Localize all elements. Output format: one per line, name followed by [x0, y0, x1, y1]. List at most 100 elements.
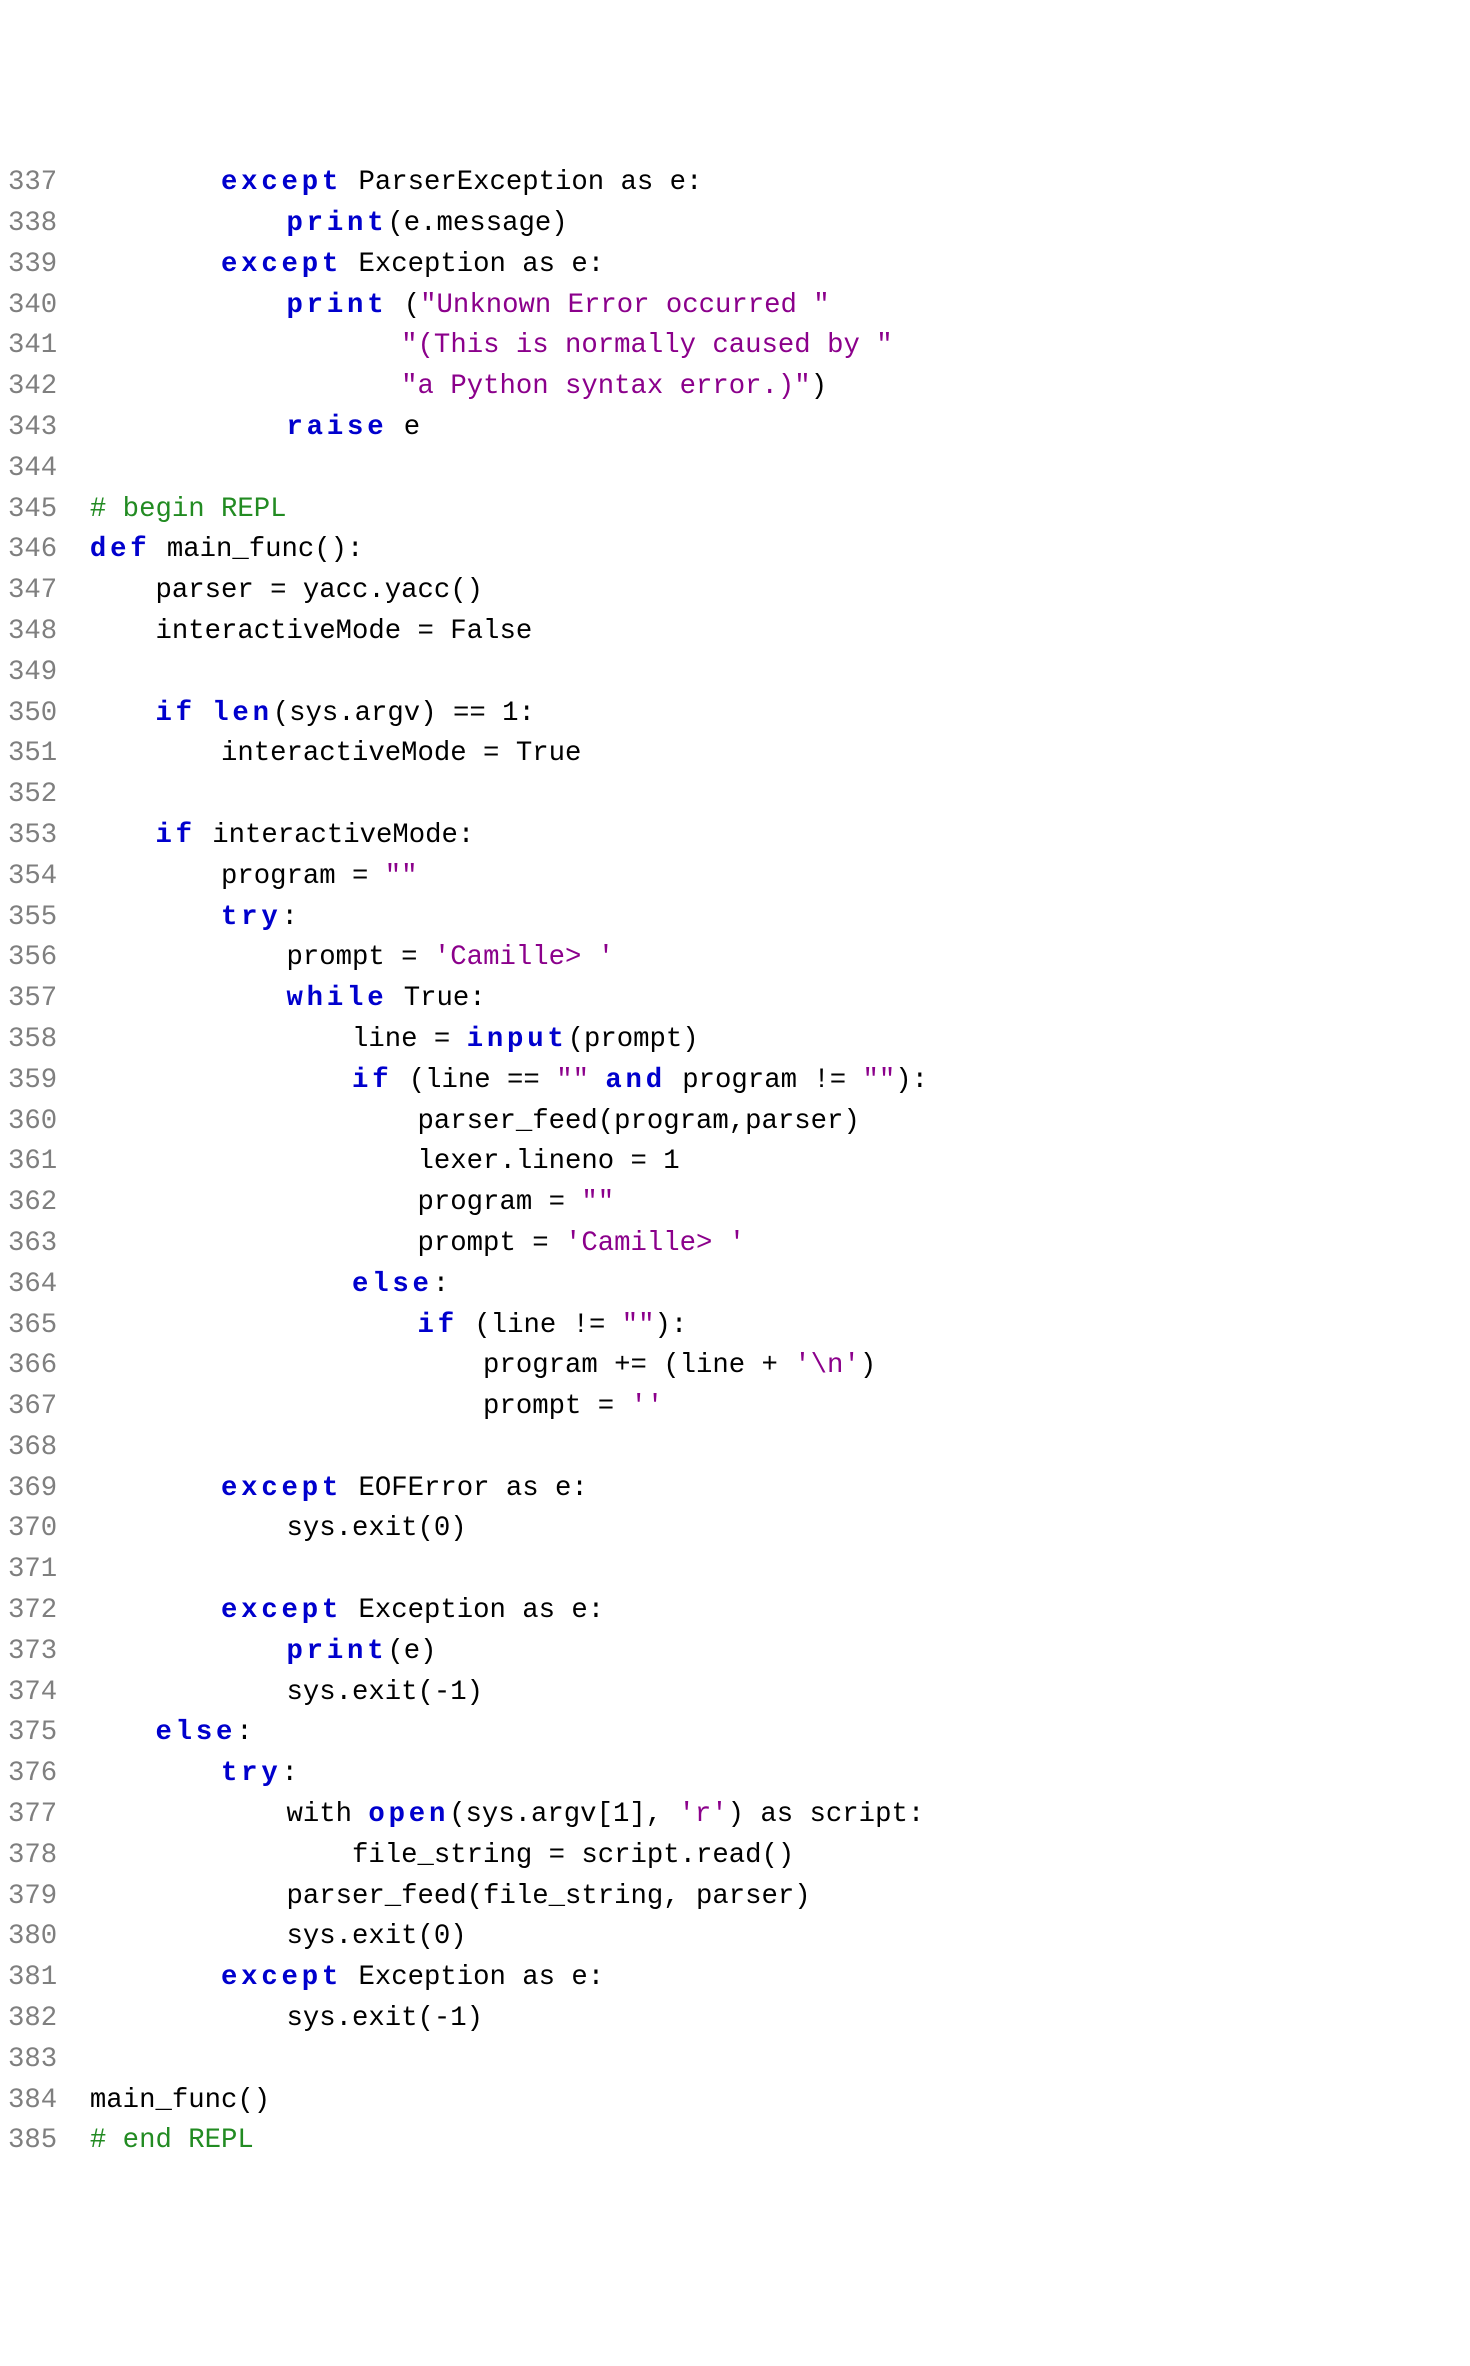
code-line: 381 except Exception as e:	[8, 1958, 1470, 1999]
code-line: 343 raise e	[8, 408, 1470, 449]
code-token: parser_feed(file_string, parser)	[90, 1881, 811, 1912]
code-line: 354 program = ""	[8, 857, 1470, 898]
code-line: 345 # begin REPL	[8, 490, 1470, 531]
line-number: 351	[8, 738, 57, 769]
line-number: 356	[8, 942, 57, 973]
line-number: 376	[8, 1758, 57, 1789]
code-line: 375 else:	[8, 1713, 1470, 1754]
code-token: input	[467, 1024, 568, 1055]
code-token: len	[212, 698, 273, 729]
line-number: 374	[8, 1677, 57, 1708]
line-number: 348	[8, 616, 57, 647]
line-number: 338	[8, 208, 57, 239]
line-number: 353	[8, 820, 57, 851]
code-token	[90, 1269, 352, 1300]
code-token: def	[90, 534, 151, 565]
code-line: 385 # end REPL	[8, 2121, 1470, 2162]
code-token: main_func():	[150, 534, 363, 565]
code-token: interactiveMode = False	[90, 616, 532, 647]
code-token: program =	[90, 861, 385, 892]
line-number: 362	[8, 1187, 57, 1218]
code-line: 352	[8, 775, 1470, 816]
code-token: sys.exit(0)	[90, 1921, 467, 1952]
code-token: with	[90, 1799, 368, 1830]
code-token: ""	[862, 1065, 895, 1096]
line-number: 381	[8, 1962, 57, 1993]
code-token: lexer.lineno = 1	[90, 1146, 680, 1177]
line-number: 355	[8, 902, 57, 933]
code-token: ):	[655, 1310, 688, 1341]
code-line: 374 sys.exit(-1)	[8, 1673, 1470, 1714]
line-number: 365	[8, 1310, 57, 1341]
line-number: 364	[8, 1269, 57, 1300]
line-number: 368	[8, 1432, 57, 1463]
code-token: :	[433, 1269, 449, 1300]
code-line: 373 print(e)	[8, 1632, 1470, 1673]
code-token: except	[221, 1595, 342, 1626]
code-token	[90, 371, 401, 402]
code-token: "(This is normally caused by "	[401, 330, 892, 361]
code-token: except	[221, 1473, 342, 1504]
code-line: 341 "(This is normally caused by "	[8, 326, 1470, 367]
line-number: 385	[8, 2125, 57, 2156]
code-token: try	[221, 1758, 282, 1789]
code-token: and	[605, 1065, 666, 1096]
line-number: 367	[8, 1391, 57, 1422]
code-line: 368	[8, 1428, 1470, 1469]
line-number: 340	[8, 290, 57, 321]
code-line: 371	[8, 1550, 1470, 1591]
line-number: 361	[8, 1146, 57, 1177]
code-line: 351 interactiveMode = True	[8, 734, 1470, 775]
code-token: except	[221, 167, 342, 198]
code-token: prompt =	[90, 1228, 565, 1259]
code-token: # begin REPL	[90, 494, 287, 525]
code-line: 383	[8, 2040, 1470, 2081]
code-token	[90, 698, 156, 729]
code-token	[90, 208, 287, 239]
code-token: print	[287, 290, 388, 321]
code-token: except	[221, 1962, 342, 1993]
code-token	[90, 1636, 287, 1667]
line-number: 346	[8, 534, 57, 565]
code-token	[589, 1065, 605, 1096]
code-line: 342 "a Python syntax error.)")	[8, 367, 1470, 408]
code-token: (line !=	[458, 1310, 622, 1341]
code-token: ParserException as e:	[342, 167, 702, 198]
code-token: '\n'	[794, 1350, 860, 1381]
code-token: (sys.argv[1],	[449, 1799, 678, 1830]
code-line: 344	[8, 449, 1470, 490]
code-token	[90, 902, 221, 933]
line-number: 358	[8, 1024, 57, 1055]
code-line: 357 while True:	[8, 979, 1470, 1020]
code-line: 337 except ParserException as e:	[8, 163, 1470, 204]
line-number: 354	[8, 861, 57, 892]
line-number: 380	[8, 1921, 57, 1952]
code-token	[90, 167, 221, 198]
code-token: ):	[895, 1065, 928, 1096]
code-token: except	[221, 249, 342, 280]
line-number: 352	[8, 779, 57, 810]
line-number: 382	[8, 2003, 57, 2034]
code-token: if	[418, 1310, 458, 1341]
line-number: 377	[8, 1799, 57, 1830]
code-line: 367 prompt = ''	[8, 1387, 1470, 1428]
code-token: (line ==	[392, 1065, 556, 1096]
line-number: 373	[8, 1636, 57, 1667]
code-line: 372 except Exception as e:	[8, 1591, 1470, 1632]
code-token: if	[155, 820, 195, 851]
code-token: prompt =	[90, 942, 434, 973]
code-token	[90, 330, 401, 361]
code-line: 366 program += (line + '\n')	[8, 1346, 1470, 1387]
line-number: 384	[8, 2085, 57, 2116]
code-token: ""	[556, 1065, 589, 1096]
line-number: 366	[8, 1350, 57, 1381]
code-token: 'r'	[678, 1799, 727, 1830]
code-token: if	[352, 1065, 392, 1096]
line-number: 369	[8, 1473, 57, 1504]
code-token: :	[236, 1717, 252, 1748]
code-line: 340 print ("Unknown Error occurred "	[8, 286, 1470, 327]
code-line: 376 try:	[8, 1754, 1470, 1795]
code-token: main_func()	[90, 2085, 270, 2116]
code-token: (e)	[387, 1636, 436, 1667]
code-line: 356 prompt = 'Camille> '	[8, 938, 1470, 979]
